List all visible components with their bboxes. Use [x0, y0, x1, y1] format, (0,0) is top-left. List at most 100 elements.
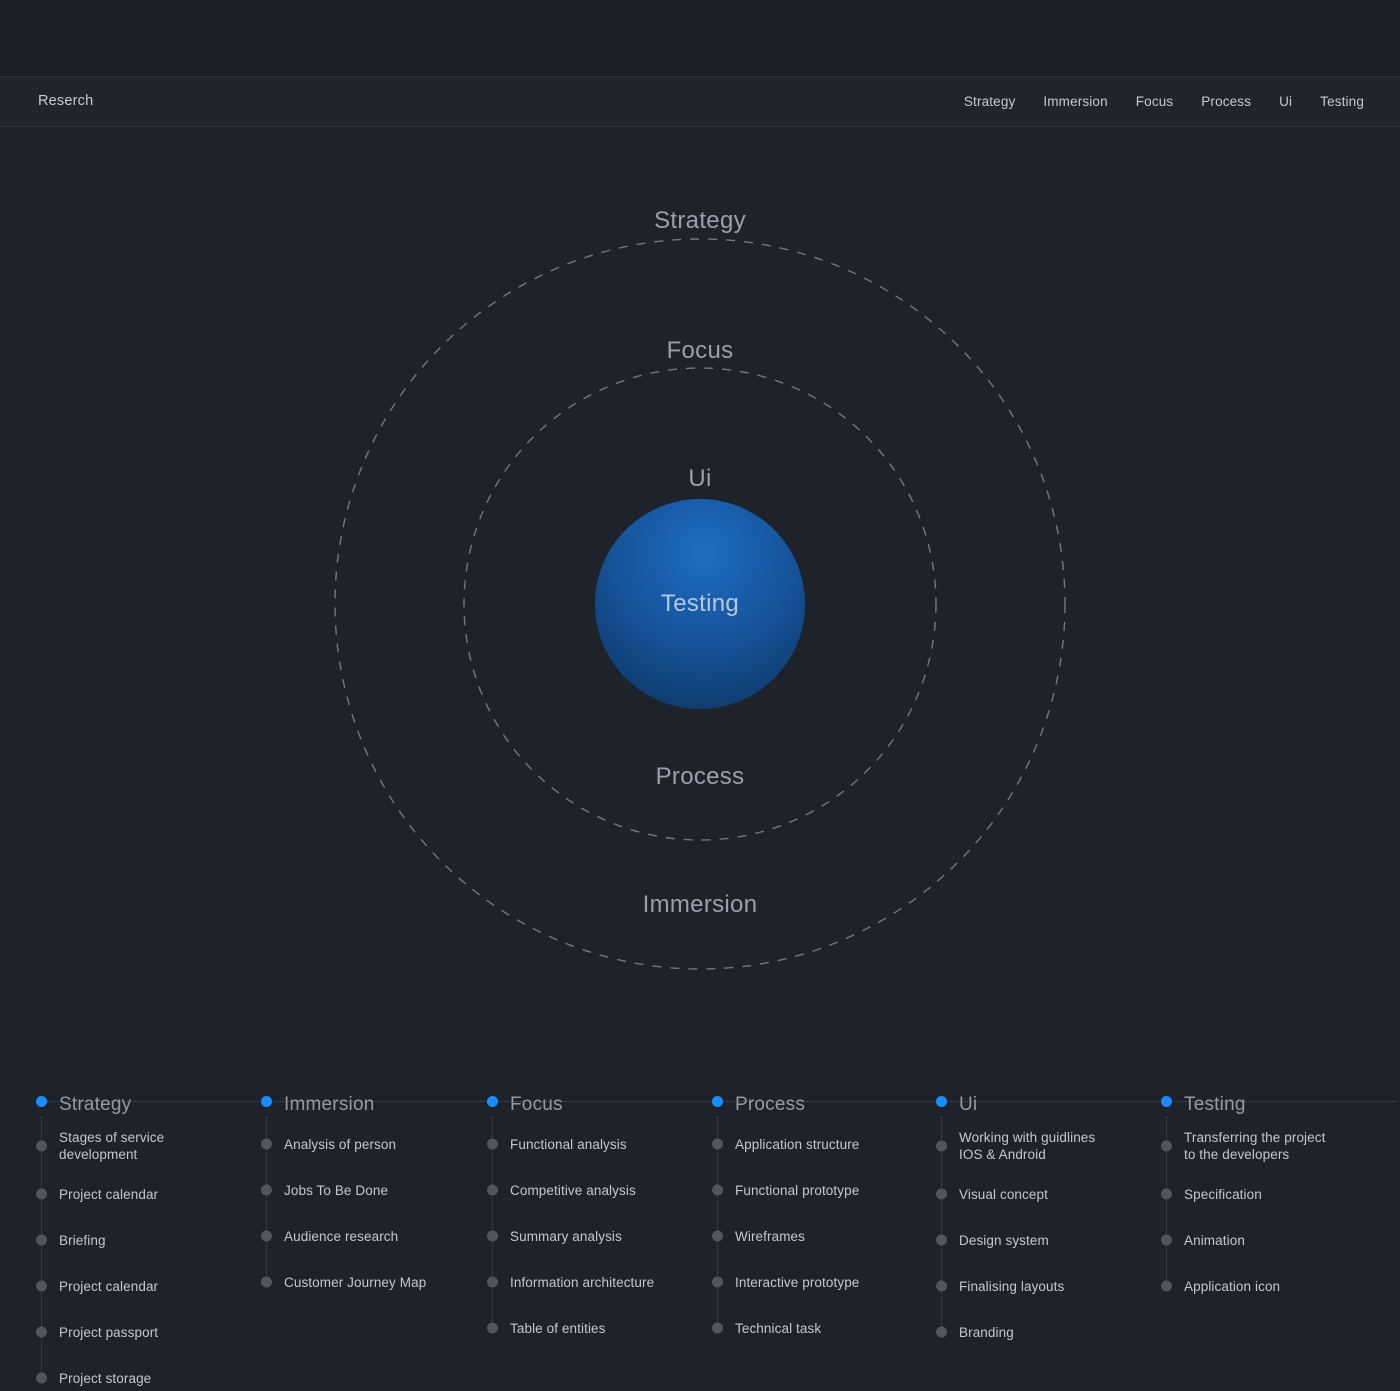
stage-title: Ui [959, 1093, 978, 1115]
bullet-dot [487, 1276, 498, 1288]
bullet-dot [936, 1140, 947, 1152]
stage-column-header[interactable]: Process [712, 1089, 948, 1119]
core-sphere[interactable]: Testing [595, 499, 805, 709]
concentric-diagram: Strategy Focus Ui Process Immersion Test… [0, 127, 1400, 1057]
list-item[interactable]: Working with guidlines IOS & Android [936, 1129, 1161, 1163]
list-item-label: Functional analysis [510, 1136, 627, 1152]
list-item[interactable]: Project calendar [36, 1179, 261, 1209]
list-item-label: Briefing [59, 1232, 106, 1248]
list-item[interactable]: Project calendar [36, 1271, 261, 1301]
bullet-dot [712, 1138, 723, 1150]
nav-item-ui[interactable]: Ui [1279, 95, 1292, 109]
bullet-dot [261, 1184, 272, 1196]
nav-item-focus[interactable]: Focus [1136, 95, 1174, 109]
stages-lists-section: Strategy Stages of service development P… [0, 1057, 1400, 1391]
list-item[interactable]: Functional analysis [487, 1129, 712, 1159]
nav-item-strategy[interactable]: Strategy [964, 95, 1015, 109]
list-item-label: Functional prototype [735, 1182, 860, 1198]
nav-item-immersion[interactable]: Immersion [1043, 95, 1107, 109]
list-item[interactable]: Visual concept [936, 1179, 1161, 1209]
list-item[interactable]: Finalising layouts [936, 1271, 1161, 1301]
list-item-label: Wireframes [735, 1228, 806, 1244]
brand-logo[interactable]: Reserch [38, 94, 93, 109]
list-item[interactable]: Specification [1161, 1179, 1386, 1209]
list-item-label: Application icon [1184, 1278, 1281, 1294]
list-item-label: Animation [1184, 1232, 1245, 1248]
list-item-label: Branding [959, 1324, 1014, 1340]
stage-columns: Strategy Stages of service development P… [0, 1057, 1400, 1391]
list-item-label: Working with guidlines IOS & Android [959, 1130, 1096, 1162]
list-item-label: Project calendar [59, 1186, 159, 1202]
list-item[interactable]: Technical task [712, 1313, 937, 1343]
ring-label-immersion: Immersion [642, 891, 758, 918]
stage-marker-dot [712, 1096, 723, 1107]
bullet-dot [36, 1326, 47, 1338]
stage-title: Strategy [59, 1093, 132, 1115]
list-item[interactable]: Competitive analysis [487, 1175, 712, 1205]
stage-column-header[interactable]: Ui [936, 1089, 1172, 1119]
list-item-label: Information architecture [510, 1274, 655, 1290]
list-item-label: Audience research [284, 1228, 399, 1244]
list-item-label: Project storage [59, 1370, 152, 1386]
bullet-dot [36, 1188, 47, 1200]
bullet-dot [1161, 1280, 1172, 1292]
stage-item-list: Transferring the project to the develope… [1161, 1117, 1386, 1301]
list-item[interactable]: Stages of service development [36, 1129, 261, 1163]
list-item[interactable]: Information architecture [487, 1267, 712, 1297]
stage-marker-dot [261, 1096, 272, 1107]
list-item[interactable]: Wireframes [712, 1221, 937, 1251]
stage-item-list: Analysis of person Jobs To Be Done Audie… [261, 1117, 486, 1297]
list-item[interactable]: Jobs To Be Done [261, 1175, 486, 1205]
list-item[interactable]: Design system [936, 1225, 1161, 1255]
list-item[interactable]: Application icon [1161, 1271, 1386, 1301]
ring-label-process: Process [655, 763, 745, 790]
stage-column-header[interactable]: Focus [487, 1089, 723, 1119]
list-item[interactable]: Audience research [261, 1221, 486, 1251]
list-item[interactable]: Application structure [712, 1129, 937, 1159]
bullet-dot [712, 1230, 723, 1242]
list-item-label: Design system [959, 1232, 1049, 1248]
list-item[interactable]: Animation [1161, 1225, 1386, 1255]
bullet-dot [487, 1230, 498, 1242]
list-item[interactable]: Summary analysis [487, 1221, 712, 1251]
stage-item-list: Application structure Functional prototy… [712, 1117, 937, 1343]
stage-title: Process [735, 1093, 806, 1115]
stage-column-process: Process Application structure Functional… [712, 1089, 948, 1359]
bullet-dot [1161, 1140, 1172, 1152]
nav-item-testing[interactable]: Testing [1320, 95, 1364, 109]
list-item-label: Project passport [59, 1324, 159, 1340]
list-item[interactable]: Branding [936, 1317, 1161, 1347]
list-item-label: Jobs To Be Done [284, 1182, 389, 1198]
ring-label-focus: Focus [666, 337, 734, 364]
nav-item-process[interactable]: Process [1201, 95, 1251, 109]
stage-column-header[interactable]: Immersion [261, 1089, 497, 1119]
stage-marker-dot [1161, 1096, 1172, 1107]
bullet-dot [487, 1184, 498, 1196]
stage-title: Focus [510, 1093, 563, 1115]
list-item-label: Analysis of person [284, 1136, 397, 1152]
list-item[interactable]: Transferring the project to the develope… [1161, 1129, 1386, 1163]
stage-column-testing: Testing Transferring the project to the … [1161, 1089, 1397, 1317]
bullet-dot [261, 1138, 272, 1150]
list-item-label: Technical task [735, 1320, 822, 1336]
top-strip [0, 0, 1400, 77]
bullet-dot [36, 1140, 47, 1152]
bullet-dot [936, 1280, 947, 1292]
stage-column-header[interactable]: Strategy [36, 1089, 272, 1119]
bullet-dot [261, 1276, 272, 1288]
bullet-dot [36, 1372, 47, 1384]
list-item[interactable]: Customer Journey Map [261, 1267, 486, 1297]
stage-column-header[interactable]: Testing [1161, 1089, 1397, 1119]
list-item[interactable]: Table of entities [487, 1313, 712, 1343]
stage-title: Testing [1184, 1093, 1246, 1115]
list-item[interactable]: Project storage [36, 1363, 261, 1391]
list-item[interactable]: Analysis of person [261, 1129, 486, 1159]
list-item[interactable]: Project passport [36, 1317, 261, 1347]
list-item[interactable]: Briefing [36, 1225, 261, 1255]
stage-marker-dot [36, 1096, 47, 1107]
ring-label-ui: Ui [688, 465, 712, 492]
bullet-dot [712, 1184, 723, 1196]
list-item[interactable]: Interactive prototype [712, 1267, 937, 1297]
list-item-label: Specification [1184, 1186, 1262, 1202]
list-item[interactable]: Functional prototype [712, 1175, 937, 1205]
